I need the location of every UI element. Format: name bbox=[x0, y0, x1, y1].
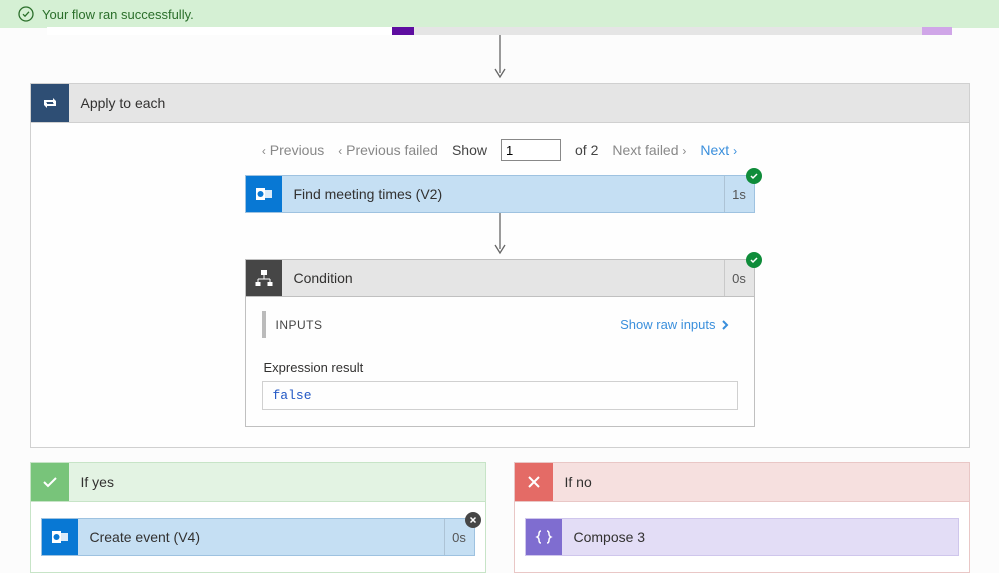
pager-show-label: Show bbox=[452, 142, 487, 158]
if-no-header[interactable]: If no bbox=[514, 462, 970, 502]
pager-of-total: of 2 bbox=[575, 142, 598, 158]
find-meeting-times-step[interactable]: Find meeting times (V2) 1s bbox=[245, 175, 755, 213]
expression-result-label: Expression result bbox=[264, 360, 738, 375]
braces-icon bbox=[526, 519, 562, 555]
outlook-icon bbox=[42, 519, 78, 555]
loop-icon bbox=[31, 84, 69, 122]
banner-text: Your flow ran successfully. bbox=[42, 7, 194, 22]
outlook-icon bbox=[246, 176, 282, 212]
step-title: Compose 3 bbox=[562, 529, 958, 545]
iteration-pager: ‹ Previous ‹ Previous failed Show of 2 N… bbox=[31, 139, 969, 161]
connector-arrow bbox=[31, 213, 969, 259]
status-success-icon bbox=[746, 252, 762, 268]
success-banner: Your flow ran successfully. bbox=[0, 0, 999, 28]
compose-step[interactable]: Compose 3 bbox=[525, 518, 959, 556]
condition-icon bbox=[246, 260, 282, 296]
if-yes-header[interactable]: If yes bbox=[30, 462, 486, 502]
condition-header[interactable]: Condition 0s bbox=[245, 259, 755, 297]
apply-to-each-header[interactable]: Apply to each bbox=[30, 83, 970, 123]
show-raw-inputs-link[interactable]: Show raw inputs bbox=[620, 317, 729, 332]
step-title: Find meeting times (V2) bbox=[282, 186, 724, 202]
pager-next[interactable]: Next › bbox=[700, 142, 737, 158]
close-icon bbox=[515, 463, 553, 501]
apply-to-each-container: Apply to each ‹ Previous ‹ Previous fail… bbox=[30, 83, 970, 448]
pager-index-input[interactable] bbox=[501, 139, 561, 161]
step-title: Create event (V4) bbox=[78, 529, 444, 545]
progress-strip bbox=[47, 27, 952, 35]
check-icon bbox=[31, 463, 69, 501]
if-no-branch: If no Compose 3 bbox=[514, 462, 970, 573]
apply-to-each-title: Apply to each bbox=[69, 95, 178, 111]
connector-arrow bbox=[0, 35, 999, 83]
pager-prev-failed[interactable]: ‹ Previous failed bbox=[338, 142, 438, 158]
inputs-label: INPUTS bbox=[276, 318, 323, 332]
status-skipped-icon bbox=[465, 512, 481, 528]
if-yes-branch: If yes Create event (V4) 0s bbox=[30, 462, 486, 573]
create-event-step[interactable]: Create event (V4) 0s bbox=[41, 518, 475, 556]
check-circle-icon bbox=[18, 6, 34, 22]
pager-next-failed[interactable]: Next failed › bbox=[612, 142, 686, 158]
step-title: Condition bbox=[282, 270, 724, 286]
chevron-right-icon bbox=[720, 319, 730, 331]
expression-result-value: false bbox=[262, 381, 738, 410]
status-success-icon bbox=[746, 168, 762, 184]
condition-step: Condition 0s INPUTS Show raw inputs Expr… bbox=[245, 259, 755, 427]
pager-prev[interactable]: ‹ Previous bbox=[262, 142, 324, 158]
